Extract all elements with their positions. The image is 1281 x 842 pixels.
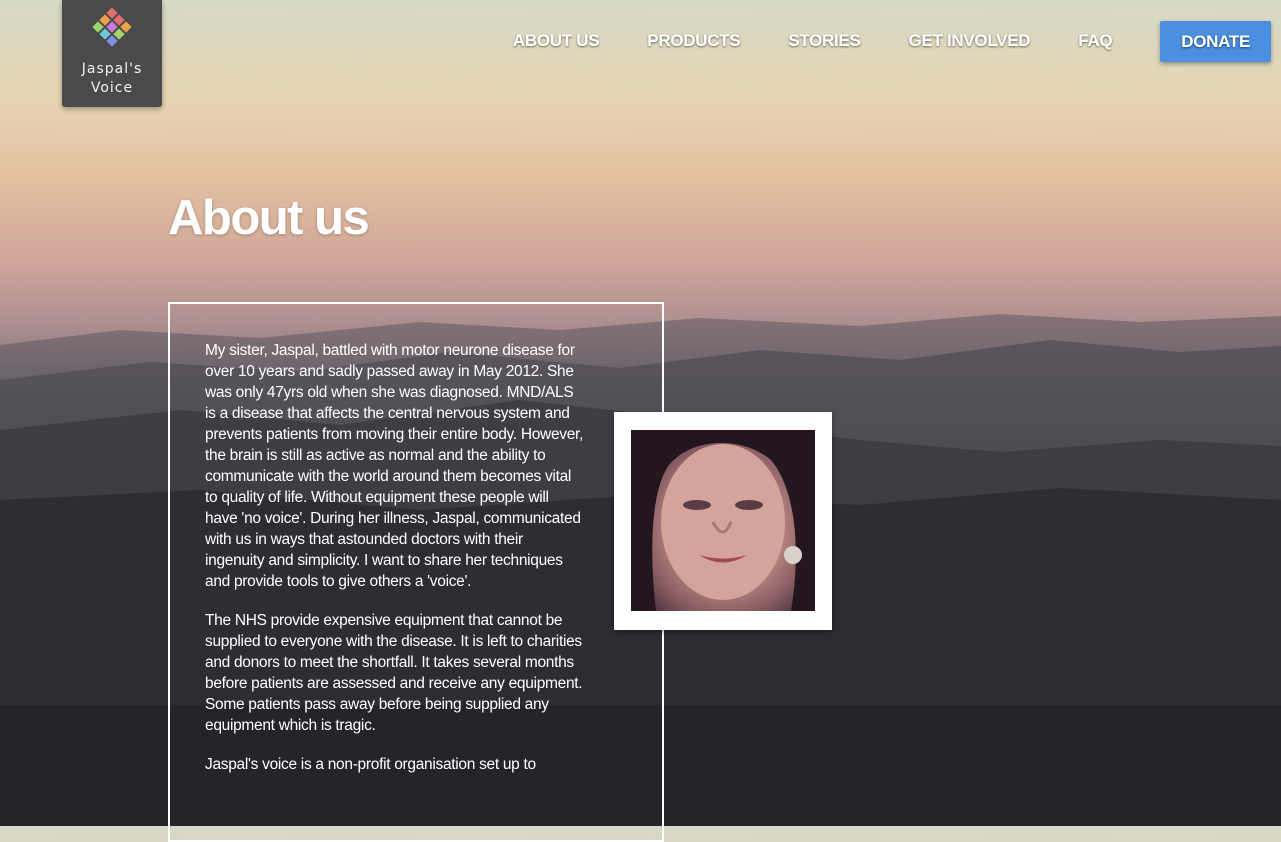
about-paragraph-2: The NHS provide expensive equipment that… [205, 612, 583, 734]
about-paragraph-1: My sister, Jaspal, battled with motor ne… [205, 342, 584, 590]
nav-products[interactable]: PRODUCTS [647, 31, 740, 51]
portrait-illustration [631, 430, 815, 611]
about-text: My sister, Jaspal, battled with motor ne… [205, 340, 585, 793]
donate-button[interactable]: DONATE [1160, 20, 1271, 62]
logo-line-2: Voice [90, 80, 134, 96]
diamond-pattern-icon [92, 7, 132, 47]
nav-stories[interactable]: STORIES [788, 31, 861, 51]
nav-faq[interactable]: FAQ [1078, 31, 1112, 51]
main-nav: ABOUT US PRODUCTS STORIES GET INVOLVED F… [513, 20, 1271, 62]
about-paragraph-3: Jaspal's voice is a non-profit organisat… [205, 756, 536, 773]
site-logo[interactable]: Jaspal's Voice [62, 0, 162, 107]
portrait-frame [614, 412, 832, 630]
portrait-photo [631, 430, 815, 611]
nav-about-us[interactable]: ABOUT US [513, 31, 600, 51]
logo-line-1: Jaspal's [81, 61, 143, 77]
nav-get-involved[interactable]: GET INVOLVED [909, 31, 1031, 51]
logo-text: Jaspal's Voice [62, 60, 162, 98]
page-title: About us [168, 191, 370, 245]
